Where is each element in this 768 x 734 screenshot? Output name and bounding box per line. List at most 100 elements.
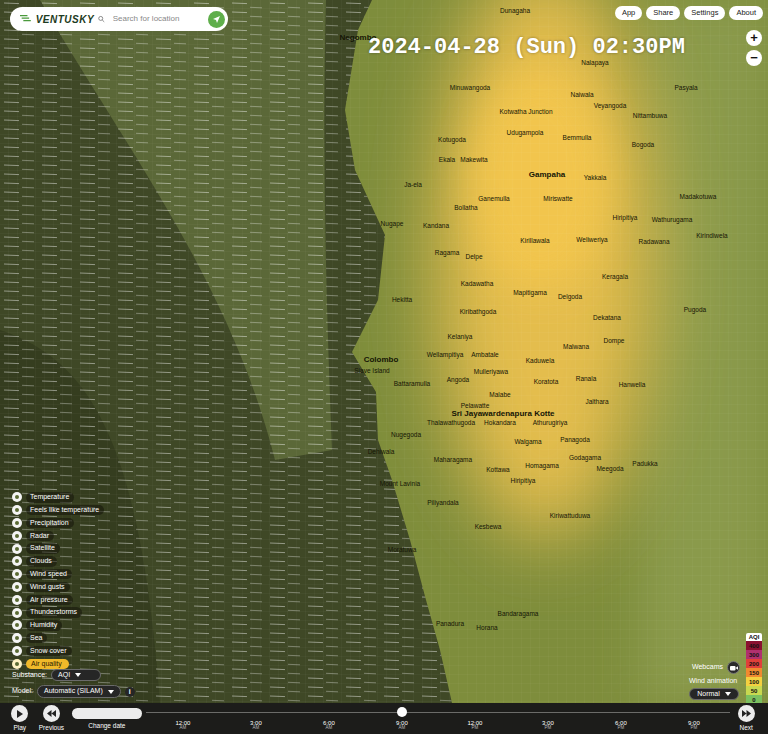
place-label[interactable]: Malwana	[563, 344, 589, 351]
place-label[interactable]: Homagama	[525, 463, 559, 470]
place-label[interactable]: Kelaniya	[448, 334, 473, 341]
place-label[interactable]: Veyangoda	[594, 103, 627, 110]
place-label[interactable]: Angoda	[447, 377, 469, 384]
timeline-slider[interactable]: 12:00AM3:00AM6:00AM9:00AM12:00PM3:00PM6:…	[146, 703, 730, 734]
place-label[interactable]: Sri Jayawardenapura Kotte	[451, 410, 554, 418]
place-label[interactable]: Hiripitiya	[511, 478, 536, 485]
timeline-tick[interactable]: 12:00AM	[146, 720, 219, 731]
timeline-tick[interactable]: 9:00PM	[657, 720, 730, 731]
layer-item[interactable]: Feels like temperature	[12, 504, 104, 517]
place-label[interactable]: Dunagaha	[500, 8, 530, 15]
place-label[interactable]: Kesbewa	[475, 524, 502, 531]
layer-item[interactable]: Sea	[12, 632, 104, 645]
place-label[interactable]: Slave Island	[354, 368, 389, 375]
place-label[interactable]: Kirillawala	[520, 238, 549, 245]
wind-animation-select[interactable]: Normal	[689, 688, 739, 700]
place-label[interactable]: Thalawathugoda	[427, 420, 475, 427]
timeline-tick[interactable]: 3:00PM	[511, 720, 584, 731]
place-label[interactable]: Malabe	[489, 392, 510, 399]
place-label[interactable]: Naiwala	[570, 92, 593, 99]
place-label[interactable]: Delgoda	[558, 294, 582, 301]
map-canvas[interactable]	[0, 0, 768, 703]
place-label[interactable]: Nittambuwa	[633, 113, 667, 120]
place-label[interactable]: Makewita	[460, 157, 487, 164]
place-label[interactable]: Hiripitiya	[613, 215, 638, 222]
timeline-track[interactable]	[146, 712, 730, 713]
place-label[interactable]: Dompe	[604, 338, 625, 345]
timeline-tick[interactable]: 12:00PM	[438, 720, 511, 731]
layer-item[interactable]: Temperature	[12, 491, 104, 504]
place-label[interactable]: Horana	[476, 625, 497, 632]
layer-item[interactable]: Clouds	[12, 555, 104, 568]
logo[interactable]: VENTUSKY	[36, 12, 94, 27]
place-label[interactable]: Bemmulla	[563, 135, 592, 142]
place-label[interactable]: Piliyandala	[427, 500, 458, 507]
webcams-button[interactable]	[727, 661, 740, 674]
timeline-tick[interactable]: 9:00AM	[365, 720, 438, 731]
place-label[interactable]: Nalapaya	[581, 60, 608, 67]
place-label[interactable]: Hanwella	[619, 382, 646, 389]
place-label[interactable]: Weliweriya	[576, 237, 607, 244]
search-input[interactable]	[109, 13, 204, 25]
layer-item[interactable]: Snow cover	[12, 645, 104, 658]
zoom-out-button[interactable]: −	[746, 50, 762, 66]
previous-button[interactable]: Previous	[36, 703, 68, 733]
place-label[interactable]: Dekatana	[593, 315, 621, 322]
place-label[interactable]: Hekitta	[392, 297, 412, 304]
timeline-tick[interactable]: 3:00AM	[219, 720, 292, 731]
place-label[interactable]: Bandaragama	[498, 611, 539, 618]
place-label[interactable]: Radawana	[638, 239, 669, 246]
place-label[interactable]: Maharagama	[434, 457, 472, 464]
place-label[interactable]: Ranala	[576, 376, 597, 383]
place-label[interactable]: Mapitigama	[513, 290, 547, 297]
layer-item[interactable]: Satellite	[12, 542, 104, 555]
place-label[interactable]: Colombo	[364, 356, 399, 364]
place-label[interactable]: Kiriwattuduwa	[550, 513, 590, 520]
place-label[interactable]: Ragama	[435, 250, 460, 257]
place-label[interactable]: Meegoda	[596, 466, 623, 473]
place-label[interactable]: Hokandara	[484, 420, 516, 427]
top-menu-button[interactable]: Settings	[684, 6, 725, 20]
place-label[interactable]: Kaduwela	[526, 358, 555, 365]
layer-item[interactable]: Humidity	[12, 619, 104, 632]
place-label[interactable]: Ambatale	[471, 352, 498, 359]
place-label[interactable]: Nugape	[381, 221, 404, 228]
place-label[interactable]: Pugoda	[684, 307, 706, 314]
timeline-tick[interactable]: 6:00AM	[292, 720, 365, 731]
place-label[interactable]: Udugampola	[507, 130, 544, 137]
place-label[interactable]: Nugegoda	[391, 432, 421, 439]
place-label[interactable]: Kadawatha	[461, 281, 494, 288]
place-label[interactable]: Pasyala	[674, 85, 697, 92]
place-label[interactable]: Bollatha	[454, 205, 478, 212]
place-label[interactable]: Mulleriyawa	[474, 369, 508, 376]
substance-select[interactable]: AQI	[51, 669, 101, 681]
place-label[interactable]: Kotwatha Junction	[499, 109, 552, 116]
locate-button[interactable]	[208, 11, 225, 28]
place-label[interactable]: Battaramulla	[394, 381, 431, 388]
place-label[interactable]: Gampaha	[529, 171, 565, 179]
place-label[interactable]: Kotugoda	[438, 137, 466, 144]
layer-item[interactable]: Wind gusts	[12, 581, 104, 594]
top-menu-button[interactable]: Share	[646, 6, 680, 20]
model-info-button[interactable]: i	[125, 687, 135, 697]
next-button[interactable]: Next	[730, 703, 762, 733]
place-label[interactable]: Mount Lavinia	[380, 481, 420, 488]
place-label[interactable]: Madakotuwa	[680, 194, 717, 201]
zoom-in-button[interactable]: +	[746, 30, 762, 46]
timeline-handle[interactable]	[397, 707, 407, 717]
place-label[interactable]: Delpe	[466, 254, 483, 261]
webcams-toggle[interactable]: Webcams	[692, 661, 740, 674]
place-label[interactable]: Pelawatte	[461, 403, 490, 410]
place-label[interactable]: Athurugiriya	[533, 420, 568, 427]
place-label[interactable]: Godagama	[569, 455, 601, 462]
layer-item[interactable]: Wind speed	[12, 568, 104, 581]
place-label[interactable]: Wellampitiya	[427, 352, 464, 359]
place-label[interactable]: Ja-ela	[404, 182, 422, 189]
place-label[interactable]: Kiribathgoda	[460, 309, 497, 316]
place-label[interactable]: Dehiwala	[368, 449, 395, 456]
place-label[interactable]: Kirindiwela	[696, 233, 727, 240]
place-label[interactable]: Kottawa	[486, 467, 510, 474]
place-label[interactable]: Ekala	[439, 157, 455, 164]
place-label[interactable]: Minuwangoda	[450, 85, 490, 92]
place-label[interactable]: Padukka	[632, 461, 657, 468]
